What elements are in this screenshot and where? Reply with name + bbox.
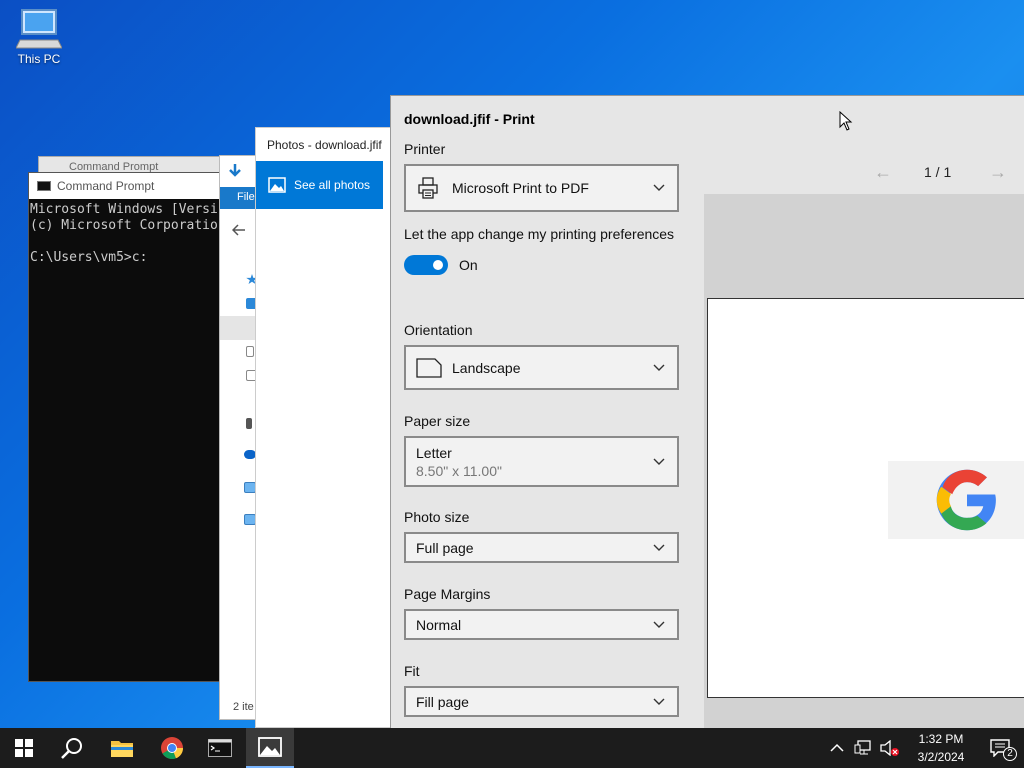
preview-page [707, 298, 1024, 698]
chevron-down-icon [653, 698, 665, 705]
start-button[interactable] [0, 728, 48, 768]
fit-label: Fit [404, 663, 420, 679]
photo-size-label: Photo size [404, 509, 470, 525]
terminal-icon [208, 739, 232, 757]
printer-label: Printer [404, 141, 446, 157]
chevron-down-icon [653, 184, 665, 191]
page-margins-value: Normal [416, 616, 462, 633]
command-prompt-taskbar-button[interactable] [196, 728, 244, 768]
printer-icon [418, 177, 438, 199]
chevron-down-icon [653, 458, 665, 465]
clock-time: 1:32 PM [918, 732, 964, 746]
folder-icon [111, 741, 133, 757]
photo-icon [268, 177, 286, 193]
paper-size-label: Paper size [404, 413, 471, 429]
taskbar: 1:32 PM 3/2/2024 2 [0, 728, 1024, 768]
previous-page-arrow-icon[interactable]: ← [874, 162, 892, 183]
chrome-icon [161, 737, 184, 760]
page-landscape-icon [416, 357, 442, 378]
notification-count-badge: 2 [1003, 747, 1017, 761]
print-dialog[interactable]: download.jfif - Print Printer Microsoft … [390, 95, 1024, 729]
desktop-icon-label: This PC [17, 52, 61, 66]
computer-icon [16, 9, 62, 49]
file-explorer-taskbar-button[interactable] [98, 728, 146, 768]
printer-value: Microsoft Print to PDF [452, 180, 589, 196]
photos-app-icon [258, 737, 282, 757]
google-logo-image [888, 461, 1024, 539]
download-arrow-icon [229, 164, 241, 177]
see-all-photos-label: See all photos [294, 178, 371, 192]
chevron-down-icon [653, 621, 665, 628]
photos-taskbar-button[interactable] [246, 728, 294, 768]
dialog-title: download.jfif - Print [404, 111, 535, 127]
back-arrow-icon[interactable] [232, 224, 246, 236]
preferences-toggle[interactable] [404, 255, 448, 275]
console-output[interactable]: Microsoft Windows [Versi (c) Microsoft C… [29, 199, 227, 266]
orientation-label: Orientation [404, 322, 473, 338]
paper-size-dimensions: 8.50" x 11.00" [416, 462, 502, 479]
music-icon[interactable] [246, 418, 252, 429]
chevron-up-icon[interactable] [830, 743, 844, 753]
paper-size-dropdown[interactable]: Letter 8.50" x 11.00" [404, 436, 679, 487]
photos-window[interactable]: Photos - download.jfif See all photos [255, 127, 391, 728]
printer-dropdown[interactable]: Microsoft Print to PDF [404, 164, 679, 212]
paper-size-value: Letter [416, 444, 452, 461]
mouse-cursor-icon [839, 111, 853, 131]
see-all-photos-button[interactable]: See all photos [256, 161, 383, 209]
status-item-count: 2 ite [233, 701, 254, 713]
page-margins-dropdown[interactable]: Normal [404, 609, 679, 640]
system-tray: 1:32 PM 3/2/2024 2 [830, 728, 1024, 768]
toggle-knob [433, 260, 443, 270]
chrome-taskbar-button[interactable] [148, 728, 196, 768]
clock-date: 3/2/2024 [917, 750, 965, 764]
photo-size-dropdown[interactable]: Full page [404, 532, 679, 563]
preferences-label: Let the app change my printing preferenc… [404, 226, 675, 242]
network-icon[interactable] [854, 740, 872, 756]
page-navigator: ← 1 / 1 → [704, 162, 1024, 182]
chevron-down-icon [653, 364, 665, 371]
orientation-dropdown[interactable]: Landscape [404, 345, 679, 390]
command-prompt-window[interactable]: Command Prompt Microsoft Windows [Versi … [28, 172, 228, 682]
window-title: Photos - download.jfif [267, 138, 382, 152]
photo-size-value: Full page [416, 539, 474, 556]
window-title: Command Prompt [57, 179, 155, 193]
desktop-icon-this-pc[interactable]: This PC [10, 8, 68, 76]
chevron-down-icon [653, 544, 665, 551]
notification-center-button[interactable]: 2 [976, 728, 1024, 768]
search-icon [61, 738, 82, 759]
windows-logo-icon [15, 739, 33, 757]
cmd-icon [37, 181, 51, 191]
orientation-value: Landscape [452, 359, 521, 376]
fit-value: Fill page [416, 693, 469, 710]
clock[interactable]: 1:32 PM 3/2/2024 [906, 730, 976, 766]
search-button[interactable] [48, 728, 96, 768]
window-titlebar[interactable]: Command Prompt [29, 173, 227, 199]
fit-dropdown[interactable]: Fill page [404, 686, 679, 717]
page-counter: 1 / 1 [924, 164, 952, 180]
google-g-icon [936, 469, 996, 531]
toggle-state-label: On [459, 257, 478, 273]
next-page-arrow-icon[interactable]: → [989, 162, 1007, 183]
page-margins-label: Page Margins [404, 586, 491, 602]
volume-muted-icon[interactable] [880, 740, 900, 756]
document-icon[interactable] [246, 346, 254, 357]
